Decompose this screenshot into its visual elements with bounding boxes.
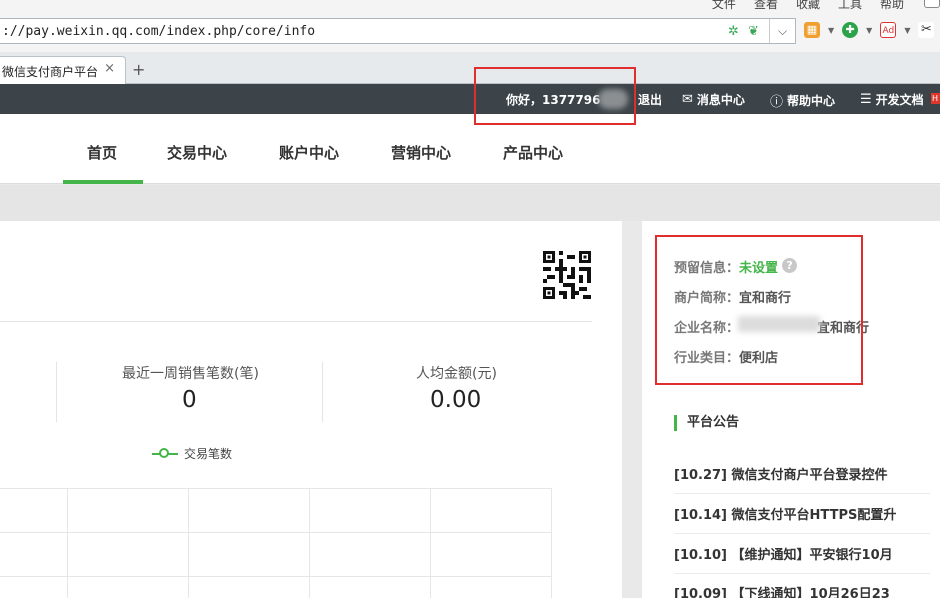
tab-row: 微信支付商户平台 × + [0,52,940,84]
nav-account-center[interactable]: 账户中心 [279,142,339,163]
menu-file[interactable]: 文件 [712,0,736,12]
compat-mode-icon[interactable]: ❦ [748,24,759,39]
browser-menubar: 文件 查看 收藏 工具 帮助 [0,0,940,14]
toolbar-icons: ▦ ▼ ✚ ▼ Ad ▼ ✂ [804,22,935,38]
mail-icon: ✉ [682,92,693,107]
new-badge: H [931,93,940,104]
stat-divider [56,362,57,422]
address-dropdown-icon[interactable]: ⌵ [769,19,795,43]
chevron-down-icon[interactable]: ▼ [904,26,910,35]
nav-marketing-center[interactable]: 营销中心 [391,142,451,163]
menubar-toggle[interactable] [924,0,940,8]
nav-active-indicator [63,180,143,184]
section-divider [0,321,592,322]
tab-merchant-platform[interactable]: 微信支付商户平台 × [0,56,126,84]
nav-trade-center[interactable]: 交易中心 [167,142,227,163]
chart-gridline-horizontal [0,576,552,577]
avg-amount-label: 人均金额(元) [416,366,497,382]
notice-divider [674,573,930,574]
document-icon: ☰ [860,92,872,107]
chart-gridline-horizontal [0,532,552,533]
annotation-box-greeting [474,67,636,125]
apps-icon[interactable]: ▦ [804,22,820,38]
chart-gridline-vertical [309,489,310,598]
logout-label: 退出 [638,93,663,107]
menu-view[interactable]: 查看 [754,0,778,12]
legend-line-marker [152,447,178,460]
notice-divider [674,493,930,494]
notice-item[interactable]: [10.14] 微信支付平台HTTPS配置升 [674,504,940,523]
main-nav: 首页 交易中心 账户中心 营销中心 产品中心 [0,114,940,184]
weekly-sales-count-value: 0 [182,387,197,413]
address-row: ://pay.weixin.qq.com/index.php/core/info… [0,14,940,52]
help-icon: ⓘ [770,95,784,110]
nav-home[interactable]: 首页 [87,142,117,163]
notice-item[interactable]: [10.27] 微信支付商户平台登录控件 [674,464,940,483]
notice-title: 平台公告 [674,415,739,431]
site-topbar: 你好，1377796 退出 ✉ 消息中心 ⓘ 帮助中心 ☰ 开发文档 H [0,84,940,114]
trade-chart-grid [0,488,552,598]
scissors-icon[interactable]: ✂ [918,22,935,38]
chevron-down-icon[interactable]: ▼ [866,26,872,35]
message-center-label: 消息中心 [696,93,745,107]
url-text[interactable]: ://pay.weixin.qq.com/index.php/core/info [2,24,315,39]
legend-label: 交易笔数 [184,447,233,461]
content-strip [0,185,940,221]
tab-title: 微信支付商户平台 [2,65,99,79]
chart-gridline-vertical [188,489,189,598]
annotation-box-merchant-info [655,235,863,385]
help-center-label: 帮助中心 [787,94,836,108]
qr-code-icon[interactable] [543,251,591,299]
dev-docs-link[interactable]: ☰ 开发文档 [860,91,924,108]
notice-divider [674,533,930,534]
help-center-link[interactable]: ⓘ 帮助中心 [770,91,835,110]
message-center-link[interactable]: ✉ 消息中心 [682,91,745,108]
notice-item[interactable]: [10.09] 【下线通知】10月26日23 [674,583,940,598]
stats-panel: 最近一周销售笔数(笔) 0 人均金额(元) 0.00 交易笔数 [0,221,622,598]
close-icon[interactable]: × [104,61,115,76]
notice-item[interactable]: [10.10] 【维护通知】平安银行10月 [674,544,940,563]
menu-tools[interactable]: 工具 [838,0,862,12]
chart-gridline-vertical [67,489,68,598]
pdf-icon[interactable]: Ad [880,22,897,38]
nav-product-center[interactable]: 产品中心 [503,142,563,163]
dev-docs-label: 开发文档 [875,93,924,107]
logout-link[interactable]: 退出 [638,91,662,108]
chart-gridline-vertical [430,489,431,598]
avg-amount-value: 0.00 [430,387,482,413]
shield-icon[interactable]: ✚ [842,22,859,38]
chart-legend[interactable]: 交易笔数 [152,445,232,462]
chevron-down-icon[interactable]: ▼ [828,26,834,35]
weekly-sales-count-label: 最近一周销售笔数(笔) [122,366,259,382]
stat-divider [322,362,323,422]
menu-favorites[interactable]: 收藏 [796,0,820,12]
refresh-icon[interactable]: ✲ [728,24,739,39]
address-bar[interactable]: ://pay.weixin.qq.com/index.php/core/info… [0,18,796,44]
new-tab-button[interactable]: + [132,60,145,79]
menu-help[interactable]: 帮助 [880,0,904,12]
